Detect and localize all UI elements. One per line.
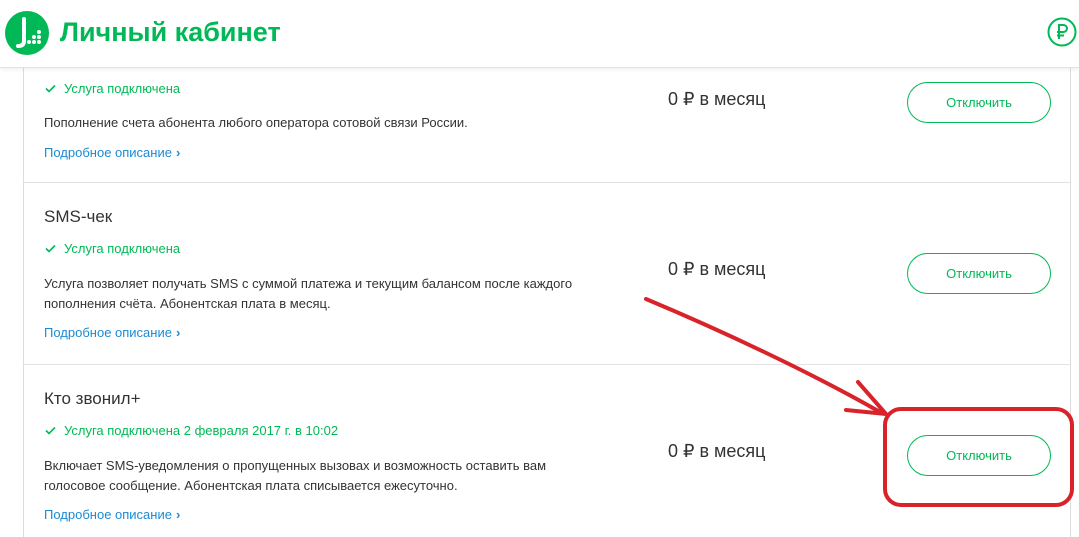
service-status: Услуга подключена — [45, 241, 180, 256]
chevron-right-icon: › — [175, 145, 181, 160]
service-item: Кто звонил+ Услуга подключена 2 февраля … — [23, 365, 1071, 537]
disable-service-button[interactable]: Отключить — [907, 435, 1051, 476]
service-description: Включает SMS-уведомления о пропущенных в… — [44, 458, 547, 493]
service-price: 0 ₽ в месяц — [668, 441, 766, 461]
chevron-right-icon: › — [175, 325, 181, 340]
chevron-right-icon: › — [175, 507, 181, 522]
service-status-text: Услуга подключена — [64, 81, 181, 96]
service-status: Услуга подключена — [45, 81, 180, 96]
service-description: Услуга позволяет получать SMS с суммой п… — [44, 276, 573, 311]
service-status: Услуга подключена 2 февраля 2017 г. в 10… — [45, 423, 338, 438]
service-description: Пополнение счета абонента любого операто… — [44, 115, 468, 130]
details-link-text[interactable]: Подробное описание — [44, 325, 172, 340]
disable-service-button[interactable]: Отключить — [907, 82, 1051, 123]
service-status-text: Услуга подключена — [64, 241, 181, 256]
page-title: Личный кабинет — [60, 17, 281, 47]
details-link-text[interactable]: Подробное описание — [44, 145, 172, 160]
details-link[interactable]: Подробное описание › — [44, 145, 180, 160]
ruble-icon[interactable] — [1047, 17, 1077, 47]
checkmark-icon — [45, 84, 59, 93]
details-link[interactable]: Подробное описание › — [44, 325, 180, 340]
service-status-text: Услуга подключена 2 февраля 2017 г. в 10… — [64, 423, 339, 438]
service-name: Кто звонил+ — [44, 389, 141, 408]
disable-service-button[interactable]: Отключить — [907, 253, 1051, 294]
service-price: 0 ₽ в месяц — [668, 89, 766, 109]
details-link-text[interactable]: Подробное описание — [44, 507, 172, 522]
service-name: SMS-чек — [44, 207, 113, 226]
details-link[interactable]: Подробное описание › — [44, 507, 180, 522]
service-item: Услуга подключена Пополнение счета абоне… — [23, 68, 1071, 183]
service-price: 0 ₽ в месяц — [668, 259, 766, 279]
checkmark-icon — [45, 426, 59, 435]
megafon-logo-icon[interactable] — [5, 11, 49, 55]
service-item: SMS-чек Услуга подключена Услуга позволя… — [23, 183, 1071, 365]
header-bar: Личный кабинет — [0, 0, 1079, 68]
checkmark-icon — [45, 244, 59, 253]
